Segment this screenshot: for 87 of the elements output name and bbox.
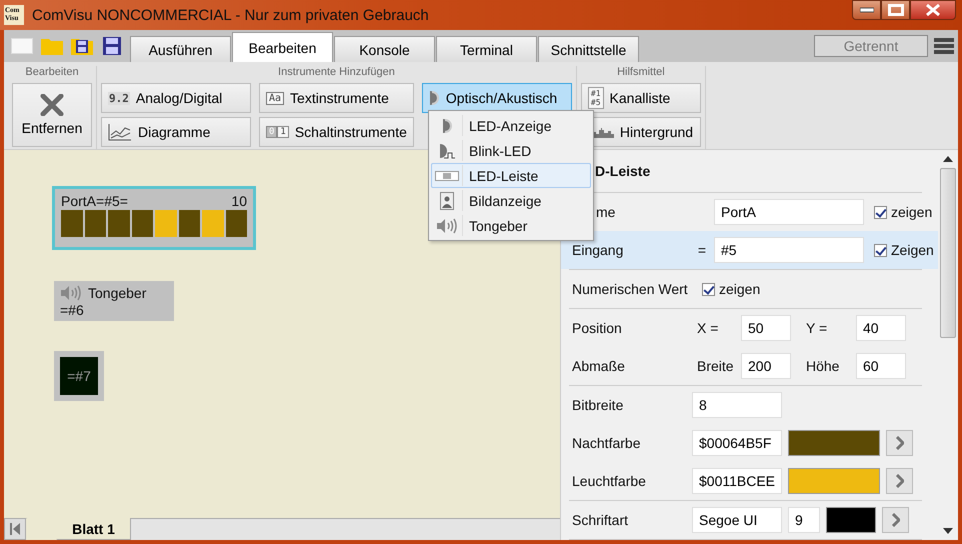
chart-icon [108,123,132,141]
chevron-icon [892,513,900,527]
close-icon [925,3,941,17]
ribbon-button[interactable]: Aa Textinstrumente [259,83,414,113]
speaker-icon [436,216,458,234]
picker-button[interactable] [886,468,913,494]
window-title: ComVisu NONCOMMERCIAL - Nur zum privaten Gebrauch [32,6,429,24]
led-icon [428,90,440,106]
close-button[interactable] [910,0,956,20]
chevron-icon [896,474,904,488]
input-field[interactable]: 9 [788,507,820,533]
scroll-down-icon[interactable] [943,528,953,534]
tab[interactable]: Terminal [436,36,537,62]
ribbon-button[interactable]: 0 1 Schaltinstrumente [259,117,414,147]
sound-instrument[interactable]: Tongeber =#6 [54,281,174,321]
group-title: Instrumente Hinzufügen [278,66,395,80]
sheet-tab[interactable]: Blatt 1 [26,518,131,540]
checkbox[interactable]: Zeigen [874,242,934,258]
display-instrument[interactable]: =#7 [54,351,104,401]
input-field[interactable]: $0011BCEE [692,468,782,494]
ribbon-button[interactable]: 9.2 Analog/Digital [101,83,251,113]
property-label: Position [572,320,623,336]
picker-button[interactable] [886,430,913,456]
x-icon [40,94,64,116]
digits-icon: 9.2 [108,92,130,104]
equals-sign: = [698,242,706,258]
ribbon-button[interactable]: Optisch/Akustisch [422,83,572,113]
display-screen: =#7 [60,357,98,395]
connection-status: Getrennt [814,35,928,57]
property-label: Nachtfarbe [572,435,642,451]
checkbox[interactable]: zeigen [702,281,760,297]
input-field[interactable]: 40 [856,315,906,341]
property-label: Leuchtfarbe [572,473,647,489]
field-label: Y = [806,320,828,336]
maximize-icon [888,4,904,16]
minimize-button[interactable] [852,0,881,20]
chevron-icon [896,436,904,450]
text-icon: Aa [266,92,284,104]
property-label: Abmaße [572,358,626,374]
speaker-icon [60,284,82,302]
ribbon-button[interactable]: Diagramme [101,117,251,147]
input-field[interactable]: PortA [714,199,864,225]
portrait-icon [440,192,454,210]
channel-list-icon: #1 #5 [588,87,604,109]
first-sheet-button[interactable] [4,518,26,540]
maximize-button[interactable] [881,0,910,20]
minimize-icon [860,7,874,13]
led-bar-instrument[interactable]: PortA=#5= 10 [52,186,256,250]
led-bar-icon [435,170,459,180]
field-label: Breite [697,358,735,374]
property-label: me [596,204,616,220]
menu-icon[interactable] [934,37,954,55]
tab[interactable]: Bearbeiten [232,32,333,62]
field-label: X = [697,320,720,336]
input-field[interactable]: 50 [741,315,791,341]
group-title: Bearbeiten [25,66,79,80]
instrument-label: Tongeber [88,285,146,301]
instrument-value: 10 [231,193,247,209]
tab[interactable]: Ausführen [130,36,231,62]
tab[interactable]: Konsole [334,36,435,62]
input-field[interactable]: 60 [856,353,906,379]
property-label: Numerischen Wert [572,281,689,297]
menu-item[interactable]: Tongeber [431,213,591,238]
scroll-thumb[interactable] [940,168,956,338]
first-icon [10,522,20,536]
ribbon-button[interactable]: Entfernen [12,83,92,147]
led-icon [442,118,452,134]
property-label: Bitbreite [572,397,624,413]
input-field[interactable]: $00064B5F [692,430,782,456]
tab[interactable]: Schnittstelle [538,36,639,62]
instrument-label: PortA=#5= [61,193,128,209]
scroll-up-icon[interactable] [943,156,953,162]
property-label: Eingang [572,242,624,258]
picker-button[interactable] [882,507,909,533]
save-icon[interactable] [103,37,121,55]
input-field[interactable]: #5 [714,237,864,263]
property-label: Schriftart [572,512,630,528]
ribbon-button[interactable]: #1 #5 Kanalliste [580,83,701,113]
input-field[interactable]: 8 [692,392,782,418]
input-field[interactable]: Segoe UI [692,507,782,533]
group-title: Hilfsmittel [617,66,665,80]
blinking-led-icon [438,142,456,158]
menu-item[interactable]: LED-Leiste [431,163,591,188]
instrument-channel: =#6 [60,302,84,318]
input-field[interactable]: 200 [741,353,791,379]
checkbox[interactable]: zeigen [874,204,932,220]
field-label: Höhe [806,358,840,374]
